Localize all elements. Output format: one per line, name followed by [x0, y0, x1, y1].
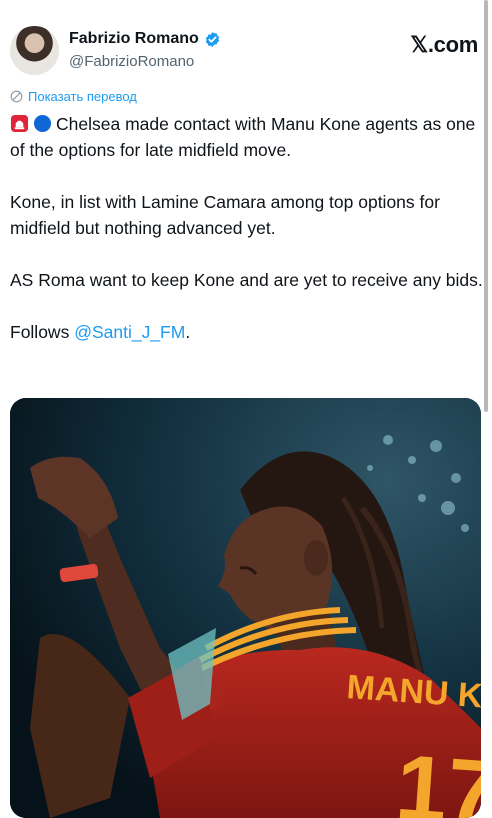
tweet-media-image[interactable]: MANU KONE 17 [10, 398, 481, 818]
globe-icon [10, 90, 23, 103]
tweet-text: Chelsea made contact with Manu Kone agen… [10, 111, 484, 345]
verified-badge-icon [205, 31, 219, 47]
avatar[interactable] [10, 26, 59, 75]
tweet-paragraph-4: Follows @Santi_J_FM. [10, 319, 484, 345]
translate-label[interactable]: Показать перевод [28, 89, 137, 104]
mention-link[interactable]: @Santi_J_FM [74, 322, 185, 342]
x-logo: 𝕏.com [410, 32, 478, 57]
siren-emoji-icon [10, 114, 29, 133]
tweet-header: Fabrizio Romano @FabrizioRomano 𝕏.com [10, 24, 478, 78]
scrollbar[interactable] [484, 0, 488, 412]
player-photo: MANU KONE 17 [10, 398, 481, 818]
blue-circle-emoji-icon [33, 114, 52, 133]
tweet-paragraph-2: Kone, in list with Lamine Camara among t… [10, 192, 440, 238]
follows-prefix: Follows [10, 322, 75, 342]
tweet-paragraph-1: Chelsea made contact with Manu Kone agen… [10, 111, 484, 163]
follows-suffix: . [185, 322, 191, 342]
author-name-row: Fabrizio Romano [69, 30, 221, 48]
tweet-line-1: Chelsea made contact with Manu Kone agen… [10, 114, 476, 160]
author-handle[interactable]: @FabrizioRomano [69, 53, 194, 70]
author-name[interactable]: Fabrizio Romano [69, 30, 199, 48]
jersey-number-text: 17 [393, 736, 481, 818]
translate-link[interactable]: Показать перевод [10, 89, 137, 104]
tweet-paragraph-3: AS Roma want to keep Kone and are yet to… [10, 270, 483, 290]
